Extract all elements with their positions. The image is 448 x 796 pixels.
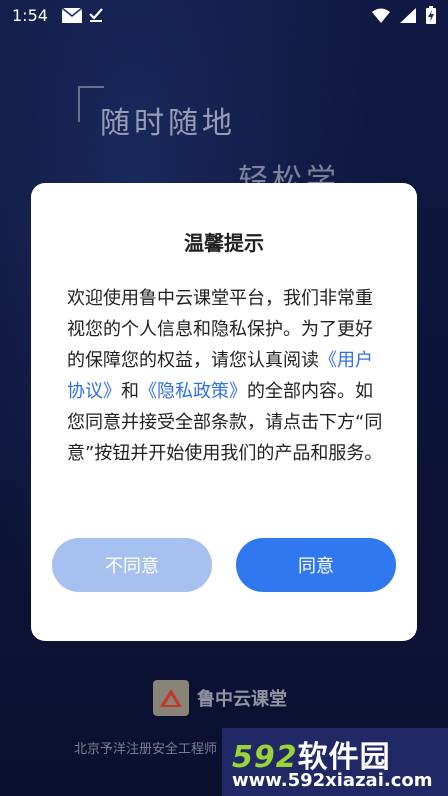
- mail-icon: [61, 7, 82, 23]
- slogan-line-1: 随时随地: [100, 106, 236, 141]
- download-done-icon: [88, 7, 104, 23]
- status-bar: 1:54: [0, 0, 448, 30]
- dialog-body: 欢迎使用鲁中云课堂平台，我们非常重视您的个人信息和隐私保护。为了更好的保障您的权…: [67, 283, 385, 469]
- brand-name: 鲁中云课堂: [197, 689, 287, 710]
- dialog-body-and: 和: [121, 381, 139, 402]
- signal-icon: [400, 7, 416, 23]
- wifi-icon: [372, 8, 390, 23]
- privacy-policy-link[interactable]: 《隐私政策》: [139, 381, 247, 402]
- brand: 鲁中云课堂: [153, 680, 287, 716]
- agree-button[interactable]: 同意: [236, 538, 396, 592]
- watermark: 592软件园 www.592xiazai.com: [222, 728, 448, 796]
- brand-logo-icon: [153, 680, 189, 716]
- bottom-text: 北京予洋注册安全工程师: [74, 742, 218, 757]
- watermark-url: www.592xiazai.com: [232, 770, 433, 791]
- dialog-title: 温馨提示: [184, 231, 264, 255]
- disagree-button[interactable]: 不同意: [52, 538, 212, 592]
- status-time: 1:54: [12, 5, 48, 25]
- privacy-dialog: 温馨提示 欢迎使用鲁中云课堂平台，我们非常重视您的个人信息和隐私保护。为了更好的…: [31, 183, 417, 641]
- battery-charging-icon: [426, 6, 436, 24]
